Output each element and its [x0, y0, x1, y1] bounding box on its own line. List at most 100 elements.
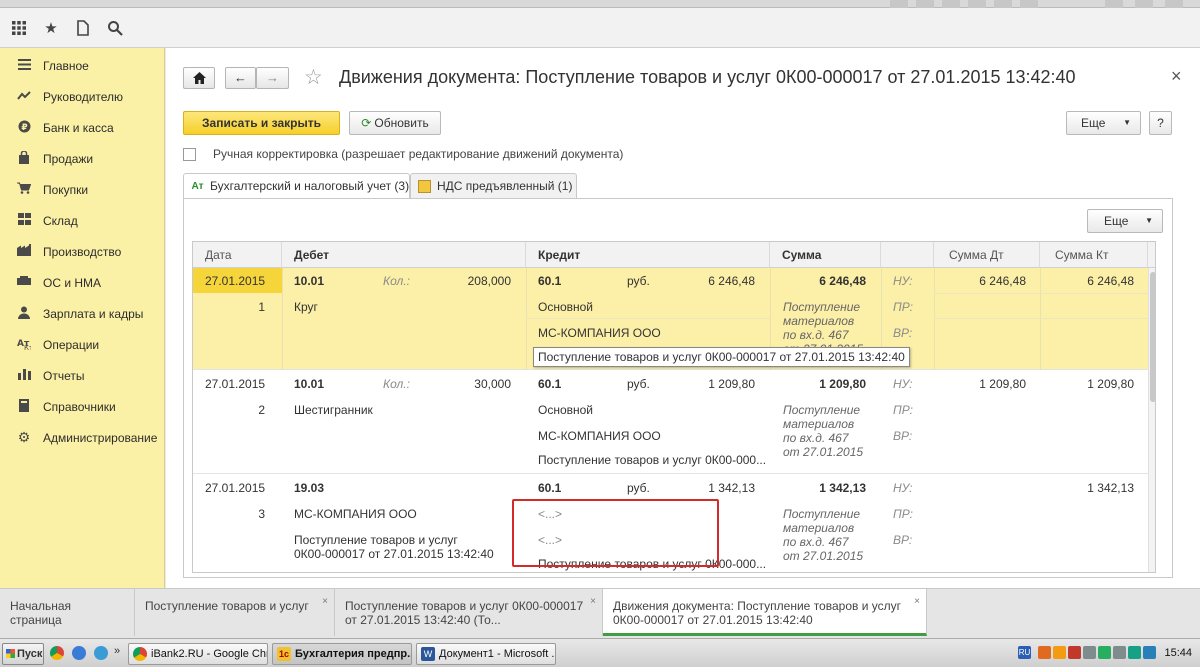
- open-tab-movements[interactable]: Движения документа: Поступление товаров …: [603, 589, 927, 636]
- tab-vat[interactable]: НДС предъявленный (1): [410, 173, 577, 198]
- person-icon[interactable]: [1020, 0, 1038, 8]
- sidebar-item-warehouse[interactable]: Склад: [0, 205, 165, 236]
- credit-subconto[interactable]: Основной: [538, 300, 593, 314]
- chrome-icon[interactable]: [50, 646, 64, 660]
- tray-app-icon[interactable]: [1098, 646, 1111, 659]
- apps-grid-icon[interactable]: [10, 20, 28, 38]
- column-header-credit[interactable]: Кредит: [526, 242, 770, 268]
- currency-amount[interactable]: 1 342,13: [673, 481, 755, 495]
- tray-app-icon[interactable]: [1038, 646, 1051, 659]
- debit-subconto[interactable]: Поступление товаров и услуг: [294, 533, 458, 547]
- sidebar-item-admin[interactable]: ⚙ Администрирование: [0, 422, 165, 453]
- taskbar-1c[interactable]: 1c Бухгалтерия предпр...: [272, 643, 412, 665]
- minimize-icon[interactable]: [1105, 0, 1123, 8]
- manual-correction-checkbox[interactable]: [183, 148, 196, 161]
- tray-app-icon[interactable]: [1053, 646, 1066, 659]
- column-header-debit[interactable]: Дебет: [282, 242, 526, 268]
- sidebar-item-main[interactable]: Главное: [0, 50, 165, 81]
- credit-account[interactable]: 60.1: [538, 377, 561, 391]
- history-icon[interactable]: [74, 20, 92, 38]
- history-icon[interactable]: [942, 0, 960, 8]
- sidebar-item-production[interactable]: Производство: [0, 236, 165, 267]
- ie-icon[interactable]: [72, 646, 86, 660]
- debit-account[interactable]: 19.03: [294, 481, 324, 495]
- start-button[interactable]: Пуск: [2, 643, 44, 665]
- qty-value[interactable]: 208,000: [433, 274, 511, 288]
- star-icon[interactable]: ★: [42, 20, 60, 38]
- info-icon[interactable]: [890, 0, 908, 8]
- taskbar-word[interactable]: W Документ1 - Microsoft ...: [416, 643, 556, 665]
- restore-icon[interactable]: [1135, 0, 1153, 8]
- network-icon[interactable]: [1113, 646, 1126, 659]
- amount[interactable]: 1 209,80: [778, 377, 866, 391]
- ie-icon[interactable]: [94, 646, 108, 660]
- grid-more-button[interactable]: Еще ▼: [1087, 209, 1163, 233]
- amount[interactable]: 6 246,48: [778, 274, 866, 288]
- sidebar-item-salary[interactable]: Зарплата и кадры: [0, 298, 165, 329]
- debit-subconto[interactable]: 0К00-000017 от 27.01.2015 13:42:40: [294, 547, 494, 561]
- bell-icon[interactable]: [916, 0, 934, 8]
- credit-subconto[interactable]: Основной: [538, 403, 593, 417]
- qty-value[interactable]: 30,000: [433, 377, 511, 391]
- sidebar-item-sales[interactable]: Продажи: [0, 143, 165, 174]
- date-cell[interactable]: 27.01.2015: [205, 481, 265, 495]
- taskbar-chrome[interactable]: iBank2.RU - Google Chrome: [128, 643, 268, 665]
- tray-app-icon[interactable]: [1128, 646, 1141, 659]
- tray-app-icon[interactable]: [1068, 646, 1081, 659]
- tray-app-icon[interactable]: [1083, 646, 1096, 659]
- refresh-button[interactable]: ⟳ Обновить: [349, 111, 441, 135]
- sum-kt[interactable]: 1 342,13: [1040, 481, 1134, 495]
- scrollbar[interactable]: [1148, 268, 1155, 572]
- save-and-close-button[interactable]: Записать и закрыть: [183, 111, 340, 135]
- sidebar-item-bank[interactable]: ₽ Банк и касса: [0, 112, 165, 143]
- chevron-right-icon[interactable]: »: [114, 645, 120, 657]
- tab-accounting[interactable]: Ат Бухгалтерский и налоговый учет (3): [183, 173, 410, 199]
- column-header-sum[interactable]: Сумма: [770, 242, 881, 268]
- open-tab-receipt-doc[interactable]: Поступление товаров и услуг 0К00-000017 …: [335, 589, 603, 636]
- column-header-sum-kt[interactable]: Сумма Кт: [1040, 242, 1148, 268]
- close-icon[interactable]: ×: [914, 595, 920, 609]
- open-tab-receipts[interactable]: Поступление товаров и услуг ×: [135, 589, 335, 636]
- sum-dt[interactable]: 1 209,80: [934, 377, 1026, 391]
- home-button[interactable]: [183, 67, 215, 89]
- close-icon[interactable]: [1165, 0, 1183, 8]
- open-tab-home[interactable]: Начальная страница: [0, 589, 135, 636]
- table-row[interactable]: 27.01.2015 1 10.01 Кол.: 208,000 Круг 60…: [193, 268, 1148, 370]
- table-row[interactable]: 27.01.2015 3 19.03 МС-КОМПАНИЯ ООО Посту…: [193, 475, 1148, 572]
- credit-account[interactable]: 60.1: [538, 274, 561, 288]
- help-button[interactable]: ?: [1149, 111, 1172, 135]
- volume-icon[interactable]: [1143, 646, 1156, 659]
- star-icon[interactable]: [968, 0, 986, 8]
- table-row[interactable]: 27.01.2015 2 10.01 Кол.: 30,000 Шестигра…: [193, 371, 1148, 474]
- back-button[interactable]: ←: [225, 67, 256, 89]
- sum-dt[interactable]: 6 246,48: [934, 274, 1026, 288]
- close-icon[interactable]: ×: [590, 595, 596, 609]
- language-indicator[interactable]: RU: [1018, 646, 1031, 659]
- currency-amount[interactable]: 6 246,48: [673, 274, 755, 288]
- sum-kt[interactable]: 6 246,48: [1040, 274, 1134, 288]
- date-cell[interactable]: 27.01.2015: [193, 268, 282, 293]
- credit-subconto[interactable]: МС-КОМПАНИЯ ООО: [538, 429, 661, 443]
- sidebar-item-references[interactable]: Справочники: [0, 391, 165, 422]
- sum-kt[interactable]: 1 209,80: [1040, 377, 1134, 391]
- sidebar-item-purchases[interactable]: Покупки: [0, 174, 165, 205]
- column-header-date[interactable]: Дата: [193, 242, 282, 268]
- sidebar-item-assets[interactable]: ОС и НМА: [0, 267, 165, 298]
- column-header-sum-dt[interactable]: Сумма Дт: [934, 242, 1040, 268]
- currency-amount[interactable]: 1 209,80: [673, 377, 755, 391]
- forward-button[interactable]: →: [256, 67, 289, 89]
- scrollbar-thumb[interactable]: [1150, 272, 1155, 402]
- star-outline-icon[interactable]: ☆: [304, 65, 323, 90]
- debit-account[interactable]: 10.01: [294, 377, 324, 391]
- clock[interactable]: 15:44: [1164, 647, 1192, 659]
- debit-account[interactable]: 10.01: [294, 274, 324, 288]
- debit-subconto[interactable]: Круг: [294, 300, 318, 314]
- date-cell[interactable]: 27.01.2015: [205, 377, 265, 391]
- more-button[interactable]: Еще ▼: [1066, 111, 1141, 135]
- credit-subconto[interactable]: МС-КОМПАНИЯ ООО: [538, 326, 661, 340]
- zoom-icon[interactable]: [994, 0, 1012, 8]
- sidebar-item-operations[interactable]: АтКт Операции: [0, 329, 165, 360]
- debit-subconto[interactable]: МС-КОМПАНИЯ ООО: [294, 507, 417, 521]
- close-icon[interactable]: ×: [1171, 66, 1182, 87]
- amount[interactable]: 1 342,13: [778, 481, 866, 495]
